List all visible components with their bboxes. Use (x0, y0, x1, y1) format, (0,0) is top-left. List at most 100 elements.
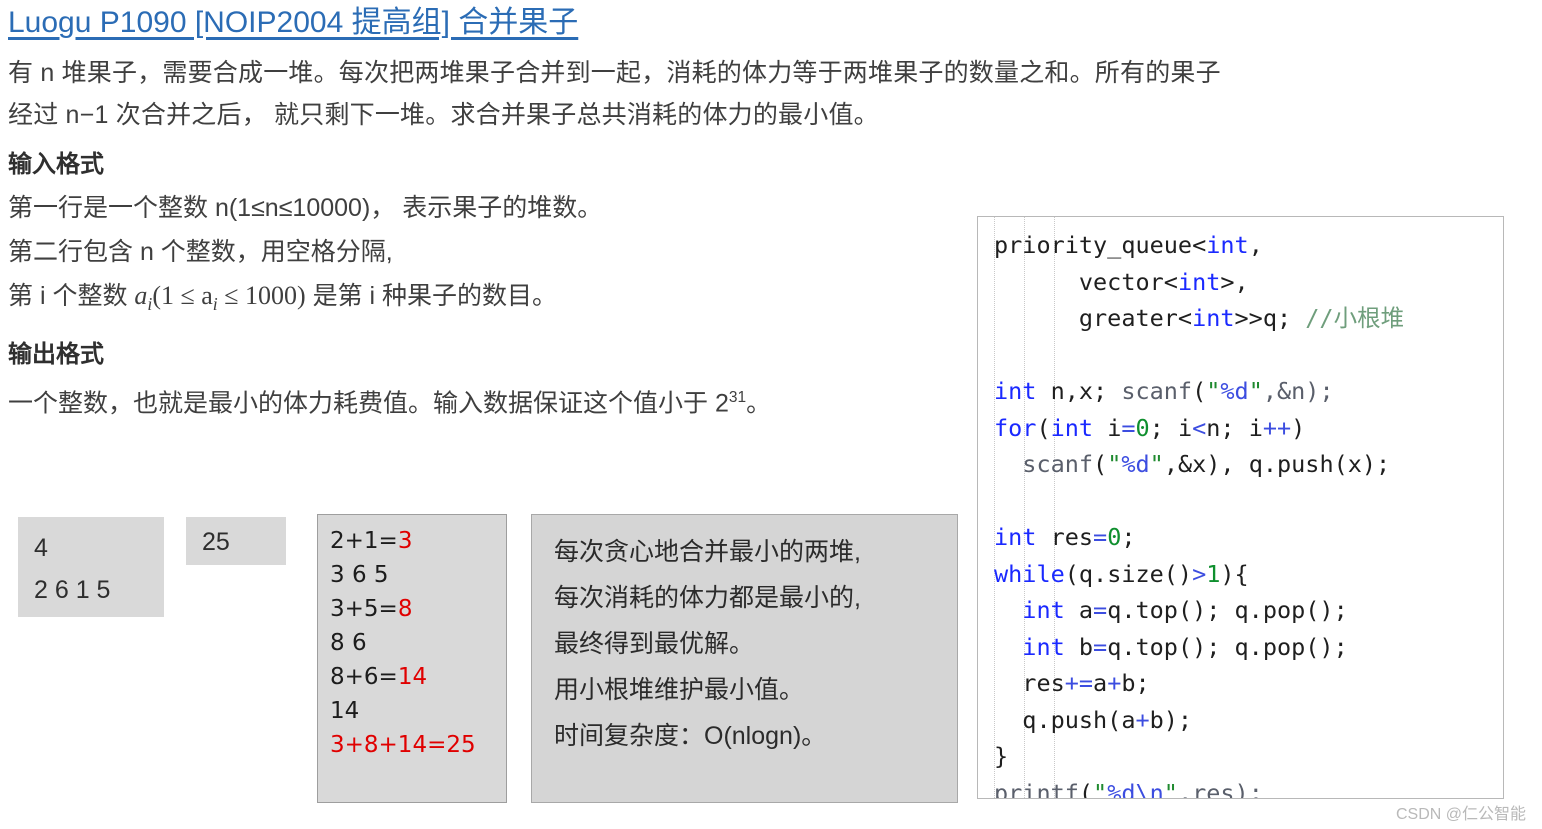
code-token: = (1121, 413, 1136, 442)
description-line-2: 经过 n−1 次合并之后， 就只剩下一堆。求合并果子总共消耗的体力的最小值。 (8, 101, 879, 129)
code-token: %d (1121, 450, 1150, 478)
trace-expression: 2+1= (330, 528, 398, 554)
code-token: greater< (994, 304, 1193, 332)
code-token: ; i (1149, 413, 1193, 442)
code-token: 0 (1107, 523, 1122, 551)
code-token: a (1064, 596, 1094, 624)
code-token: b); (1149, 705, 1193, 734)
code-token: b (1064, 632, 1094, 661)
code-token: int (1206, 231, 1249, 259)
trace-result: 8 (397, 596, 413, 622)
code-token: scanf (1022, 450, 1094, 478)
output-exponent: 31 (728, 389, 747, 407)
sample-input-box: 4 2 6 1 5 (18, 517, 164, 617)
code-token: int (994, 523, 1037, 551)
code-token: " (1149, 450, 1164, 478)
trace-line: 14 (330, 694, 506, 728)
trace-line: 8 6 (330, 626, 506, 660)
code-token: ( (1036, 413, 1051, 442)
trace-line: 3+8+14=25 (330, 732, 476, 758)
code-token: + (1135, 705, 1150, 734)
code-line: int b=q.top(); q.pop(); (994, 629, 1503, 666)
code-token: } (994, 742, 1009, 770)
trace-line: 3+5=8 (330, 592, 506, 626)
code-token: = (1093, 523, 1108, 551)
code-token: , (1248, 231, 1263, 259)
code-token: q.push(a (994, 705, 1136, 734)
code-token: ; (1121, 523, 1136, 551)
code-token: int (1022, 596, 1065, 624)
code-line: scanf("%d",&x), q.push(x); (994, 446, 1503, 483)
code-token: int (994, 377, 1037, 405)
code-token: ( (1078, 778, 1094, 799)
code-token: res (994, 669, 1065, 697)
code-token: //小根堆 (1305, 304, 1405, 332)
code-line: int res=0; (994, 519, 1503, 556)
trace-line: 2+1=3 (330, 524, 506, 558)
output-line-prefix: 一个整数，也就是最小的体力耗费值。输入数据保证这个值小于 2 (8, 389, 729, 418)
code-token: for (994, 413, 1037, 442)
code-line: for(int i=0; i<n; i++) (994, 410, 1503, 447)
code-token: res (1036, 523, 1094, 551)
note-line: 时间复杂度：O(nlogn)。 (554, 722, 827, 750)
code-token: 1 (1206, 559, 1221, 588)
code-token: ( (1093, 450, 1108, 478)
code-token: scanf (1121, 377, 1193, 405)
code-token: ++ (1262, 413, 1292, 442)
code-token: " (1107, 450, 1122, 478)
code-token: = (1093, 596, 1108, 624)
code-token: >>q; (1234, 304, 1306, 332)
code-token: " (1248, 377, 1263, 405)
code-token: i (1093, 413, 1122, 442)
trace-expression: 3 6 5 (330, 562, 389, 588)
code-token: n; i (1206, 413, 1263, 442)
code-token: int (1022, 632, 1065, 661)
trace-line: 8+6=14 (330, 660, 506, 694)
code-token: + (1107, 669, 1122, 697)
code-token: int (1192, 304, 1235, 332)
math-range-close: ≤ 1000) (217, 281, 306, 310)
code-line: } (994, 738, 1503, 775)
code-token: >, (1220, 267, 1249, 296)
code-line: printf("%d\n",res); (994, 775, 1503, 799)
math-range-open: (1 ≤ a (152, 281, 213, 310)
code-token: q.top(); q.pop(); (1107, 596, 1348, 624)
note-line: 用小根堆维护最小值。 (554, 676, 805, 704)
input-line3-suffix: 是第 i 种果子的数目。 (305, 282, 558, 310)
trace-expression: 8 6 (330, 630, 367, 656)
code-token: ,&x), q.push(x); (1163, 450, 1391, 478)
code-token: ,&n); (1262, 377, 1334, 405)
explanation-note-box: 每次贪心地合并最小的两堆, 每次消耗的体力都是最小的, 最终得到最优解。用小根堆维护… (531, 514, 958, 803)
code-line: while(q.size()>1){ (994, 556, 1503, 593)
code-token: q.top(); q.pop(); (1107, 632, 1348, 661)
code-token: %d (1220, 377, 1249, 405)
math-variable-a: ai (134, 281, 153, 315)
code-token: n,x; (1036, 377, 1122, 405)
code-token: printf (994, 778, 1079, 799)
code-token: ) (1291, 413, 1306, 442)
code-snippet-panel: priority_queue<int, vector<int>, greater… (977, 216, 1504, 799)
code-token: ( (1192, 377, 1207, 405)
trace-expression: 3+5= (330, 596, 398, 622)
problem-title-link[interactable]: Luogu P1090 [NOIP2004 提高组] 合并果子 (8, 3, 578, 43)
code-token: ){ (1220, 559, 1249, 588)
code-token: b; (1121, 669, 1150, 697)
code-token: " (1093, 778, 1108, 799)
trace-result: 3 (397, 528, 413, 554)
merge-trace-box: 2+1=3 3 6 5 3+5=8 8 6 8+6=14 14 3+8+14=25 (317, 514, 507, 803)
note-line: 最终得到最优解。 (554, 630, 755, 658)
note-line: 每次贪心地合并最小的两堆, (554, 538, 861, 566)
trace-expression: 8+6= (330, 664, 398, 690)
input-line3-prefix: 第 i 个整数 (8, 282, 135, 310)
note-line: 每次消耗的体力都是最小的, (554, 584, 861, 612)
code-line: q.push(a+b); (994, 702, 1503, 739)
sample-input-n: 4 (34, 534, 48, 562)
code-token: > (1192, 559, 1207, 588)
code-line: res+=a+b; (994, 665, 1503, 702)
code-token: " (1206, 377, 1221, 405)
output-line-suffix: 。 (746, 389, 772, 418)
code-token: a (1093, 669, 1108, 697)
